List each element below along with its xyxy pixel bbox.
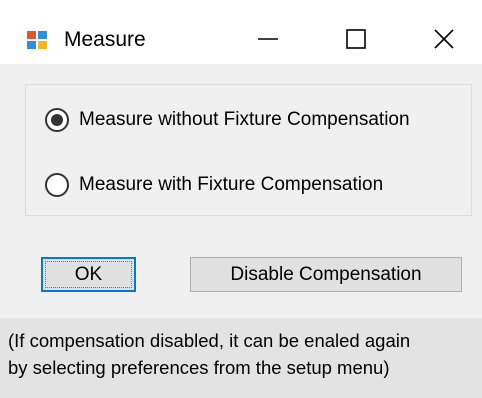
maximize-button[interactable] xyxy=(326,18,386,60)
ok-button[interactable]: OK xyxy=(41,257,136,292)
footer-info-text: (If compensation disabled, it can be ena… xyxy=(8,327,410,381)
disable-compensation-label: Disable Compensation xyxy=(230,263,422,285)
ok-button-label: OK xyxy=(74,263,103,285)
radio-button-unchecked[interactable] xyxy=(45,173,69,197)
radio-button-checked[interactable] xyxy=(45,108,69,132)
close-icon xyxy=(434,29,454,49)
maximize-icon xyxy=(346,29,366,49)
radio-measure-without-compensation[interactable]: Measure without Fixture Compensation xyxy=(45,105,410,135)
footer-line-1: (If compensation disabled, it can be ena… xyxy=(8,330,411,351)
minimize-icon xyxy=(258,38,278,40)
radio-selected-dot xyxy=(51,114,63,126)
minimize-button[interactable] xyxy=(238,18,298,60)
measure-dialog: Measure Measure without Fixture Compensa… xyxy=(0,0,482,398)
radio-label[interactable]: Measure without Fixture Compensation xyxy=(79,109,410,131)
title-bar[interactable]: Measure xyxy=(0,0,482,64)
radio-measure-with-compensation[interactable]: Measure with Fixture Compensation xyxy=(45,170,383,200)
radio-label[interactable]: Measure with Fixture Compensation xyxy=(79,174,383,196)
disable-compensation-button[interactable]: Disable Compensation xyxy=(190,257,462,292)
footer-line-2: by selecting preferences from the setup … xyxy=(8,357,390,378)
app-window-icon xyxy=(26,30,48,50)
close-button[interactable] xyxy=(414,18,474,60)
window-title: Measure xyxy=(64,28,146,51)
